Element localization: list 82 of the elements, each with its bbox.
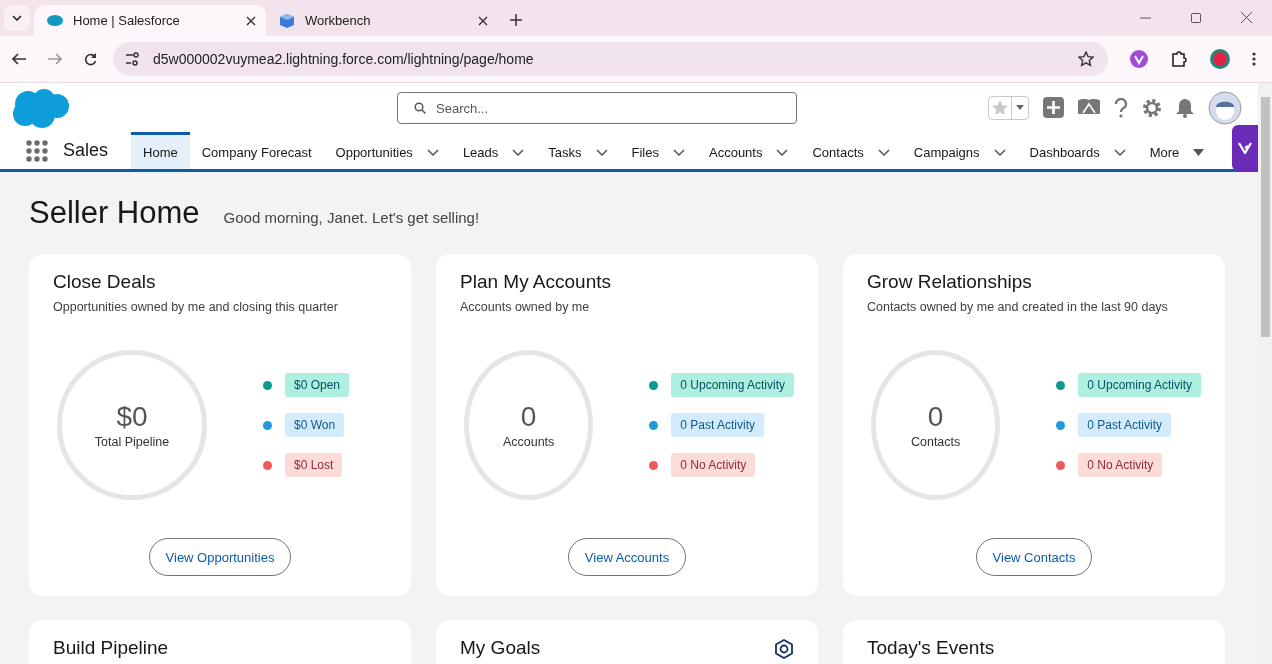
cube-icon <box>279 12 295 29</box>
total-ring: $0 Total Pipeline <box>57 350 207 500</box>
legend-label: $0 Lost <box>285 453 343 477</box>
total-ring: 0 Contacts <box>871 350 1001 500</box>
view-button[interactable]: View Accounts <box>567 538 687 576</box>
card-title: Close Deals <box>53 271 156 293</box>
legend-label: 0 Upcoming Activity <box>671 373 794 397</box>
browser-tab[interactable]: Workbench <box>266 5 498 36</box>
card-title: Plan My Accounts <box>460 271 612 293</box>
caret-down-icon <box>1016 105 1024 110</box>
new-tab-icon[interactable] <box>510 14 522 26</box>
app-launcher-icon[interactable] <box>26 139 48 162</box>
menu-icon[interactable] <box>1252 52 1256 66</box>
legend-label: 0 Past Activity <box>671 413 764 437</box>
chevron-down-icon[interactable] <box>993 148 1006 156</box>
reload-icon[interactable] <box>84 52 97 66</box>
greeting-text: Good morning, Janet. Let's get selling! <box>223 208 480 226</box>
nav-tab[interactable]: Campaigns <box>901 132 1018 169</box>
view-button[interactable]: View Contacts <box>975 538 1093 576</box>
nav-tab[interactable]: Dashboards <box>1017 132 1138 169</box>
tab-list-button[interactable] <box>4 5 30 31</box>
chevron-down-icon[interactable] <box>426 148 439 156</box>
legend-label: 0 Past Activity <box>1078 413 1171 437</box>
nav-tab[interactable]: Files <box>619 132 697 169</box>
puzzle-icon[interactable] <box>1170 50 1188 68</box>
caret-down-icon[interactable] <box>1193 148 1205 156</box>
chevron-down-icon[interactable] <box>776 148 789 156</box>
app-name: Sales <box>63 140 109 161</box>
close-icon[interactable] <box>246 15 256 26</box>
nav-tab[interactable]: Tasks <box>536 132 620 169</box>
back-icon[interactable] <box>12 53 26 65</box>
nav-tab[interactable]: Contacts <box>800 132 902 169</box>
caret-icon <box>12 15 22 21</box>
card-subtitle: Accounts owned by me <box>460 300 591 314</box>
avatar-icon[interactable] <box>1208 90 1242 125</box>
close-icon[interactable] <box>1241 12 1252 23</box>
card-title: Grow Relationships <box>867 271 1032 293</box>
card-title: Today's Events <box>867 637 995 659</box>
legend-label: 0 No Activity <box>1078 453 1163 477</box>
maximize-icon[interactable] <box>1191 12 1201 23</box>
bell-icon[interactable] <box>1176 97 1194 118</box>
settings-icon[interactable] <box>774 639 794 659</box>
search-field[interactable]: Search... <box>397 92 797 124</box>
nav-tab[interactable]: Opportunities <box>323 132 451 169</box>
help-icon[interactable] <box>1114 97 1128 118</box>
extension-widget[interactable] <box>1232 125 1258 171</box>
legend-label: 0 Upcoming Activity <box>1078 373 1201 397</box>
view-button[interactable]: View Opportunities <box>148 538 292 576</box>
browser-tab[interactable]: Home | Salesforce <box>34 5 266 36</box>
forward-icon[interactable] <box>48 53 62 65</box>
add-icon[interactable] <box>1043 97 1064 118</box>
search-icon <box>414 102 426 114</box>
tab-title: Workbench <box>305 13 372 28</box>
nav-tab[interactable]: Accounts <box>697 132 801 169</box>
cloud-logo[interactable] <box>12 87 70 128</box>
chevron-down-icon[interactable] <box>877 148 890 156</box>
chevron-down-icon[interactable] <box>1113 148 1126 156</box>
total-ring: 0 Accounts <box>464 350 594 500</box>
card-subtitle: Contacts owned by me and created in the last 90 days <box>867 300 1169 314</box>
legend-label: $0 Won <box>285 413 345 437</box>
chevron-down-icon[interactable] <box>512 148 525 156</box>
profile-icon[interactable] <box>1210 49 1230 69</box>
card-title: My Goals <box>460 637 541 659</box>
cloud-icon <box>47 15 63 26</box>
extension-icon[interactable] <box>1130 50 1148 68</box>
address-field[interactable]: d5w000002vuymea2.lightning.force.com/lightning/page/home <box>113 42 1108 76</box>
page-title: Seller Home <box>29 195 200 231</box>
bookmark-star-icon[interactable] <box>1078 51 1094 67</box>
chevron-down-icon[interactable] <box>595 148 608 156</box>
nav-tab[interactable]: Company Forecast <box>189 132 324 169</box>
nav-tab[interactable]: More <box>1137 132 1217 169</box>
card-title: Build Pipeline <box>53 637 169 659</box>
legend-label: $0 Open <box>285 373 350 397</box>
close-icon[interactable] <box>478 15 488 26</box>
legend-label: 0 No Activity <box>671 453 756 477</box>
card-subtitle: Opportunities owned by me and closing this quarter <box>53 300 339 314</box>
chevron-down-icon[interactable] <box>673 148 685 156</box>
nav-tab[interactable]: Home <box>131 132 190 169</box>
site-settings-icon[interactable] <box>125 52 141 66</box>
nav-tab[interactable]: Leads <box>450 132 537 169</box>
tab-title: Home | Salesforce <box>73 13 181 28</box>
logo-icon <box>1238 142 1252 154</box>
